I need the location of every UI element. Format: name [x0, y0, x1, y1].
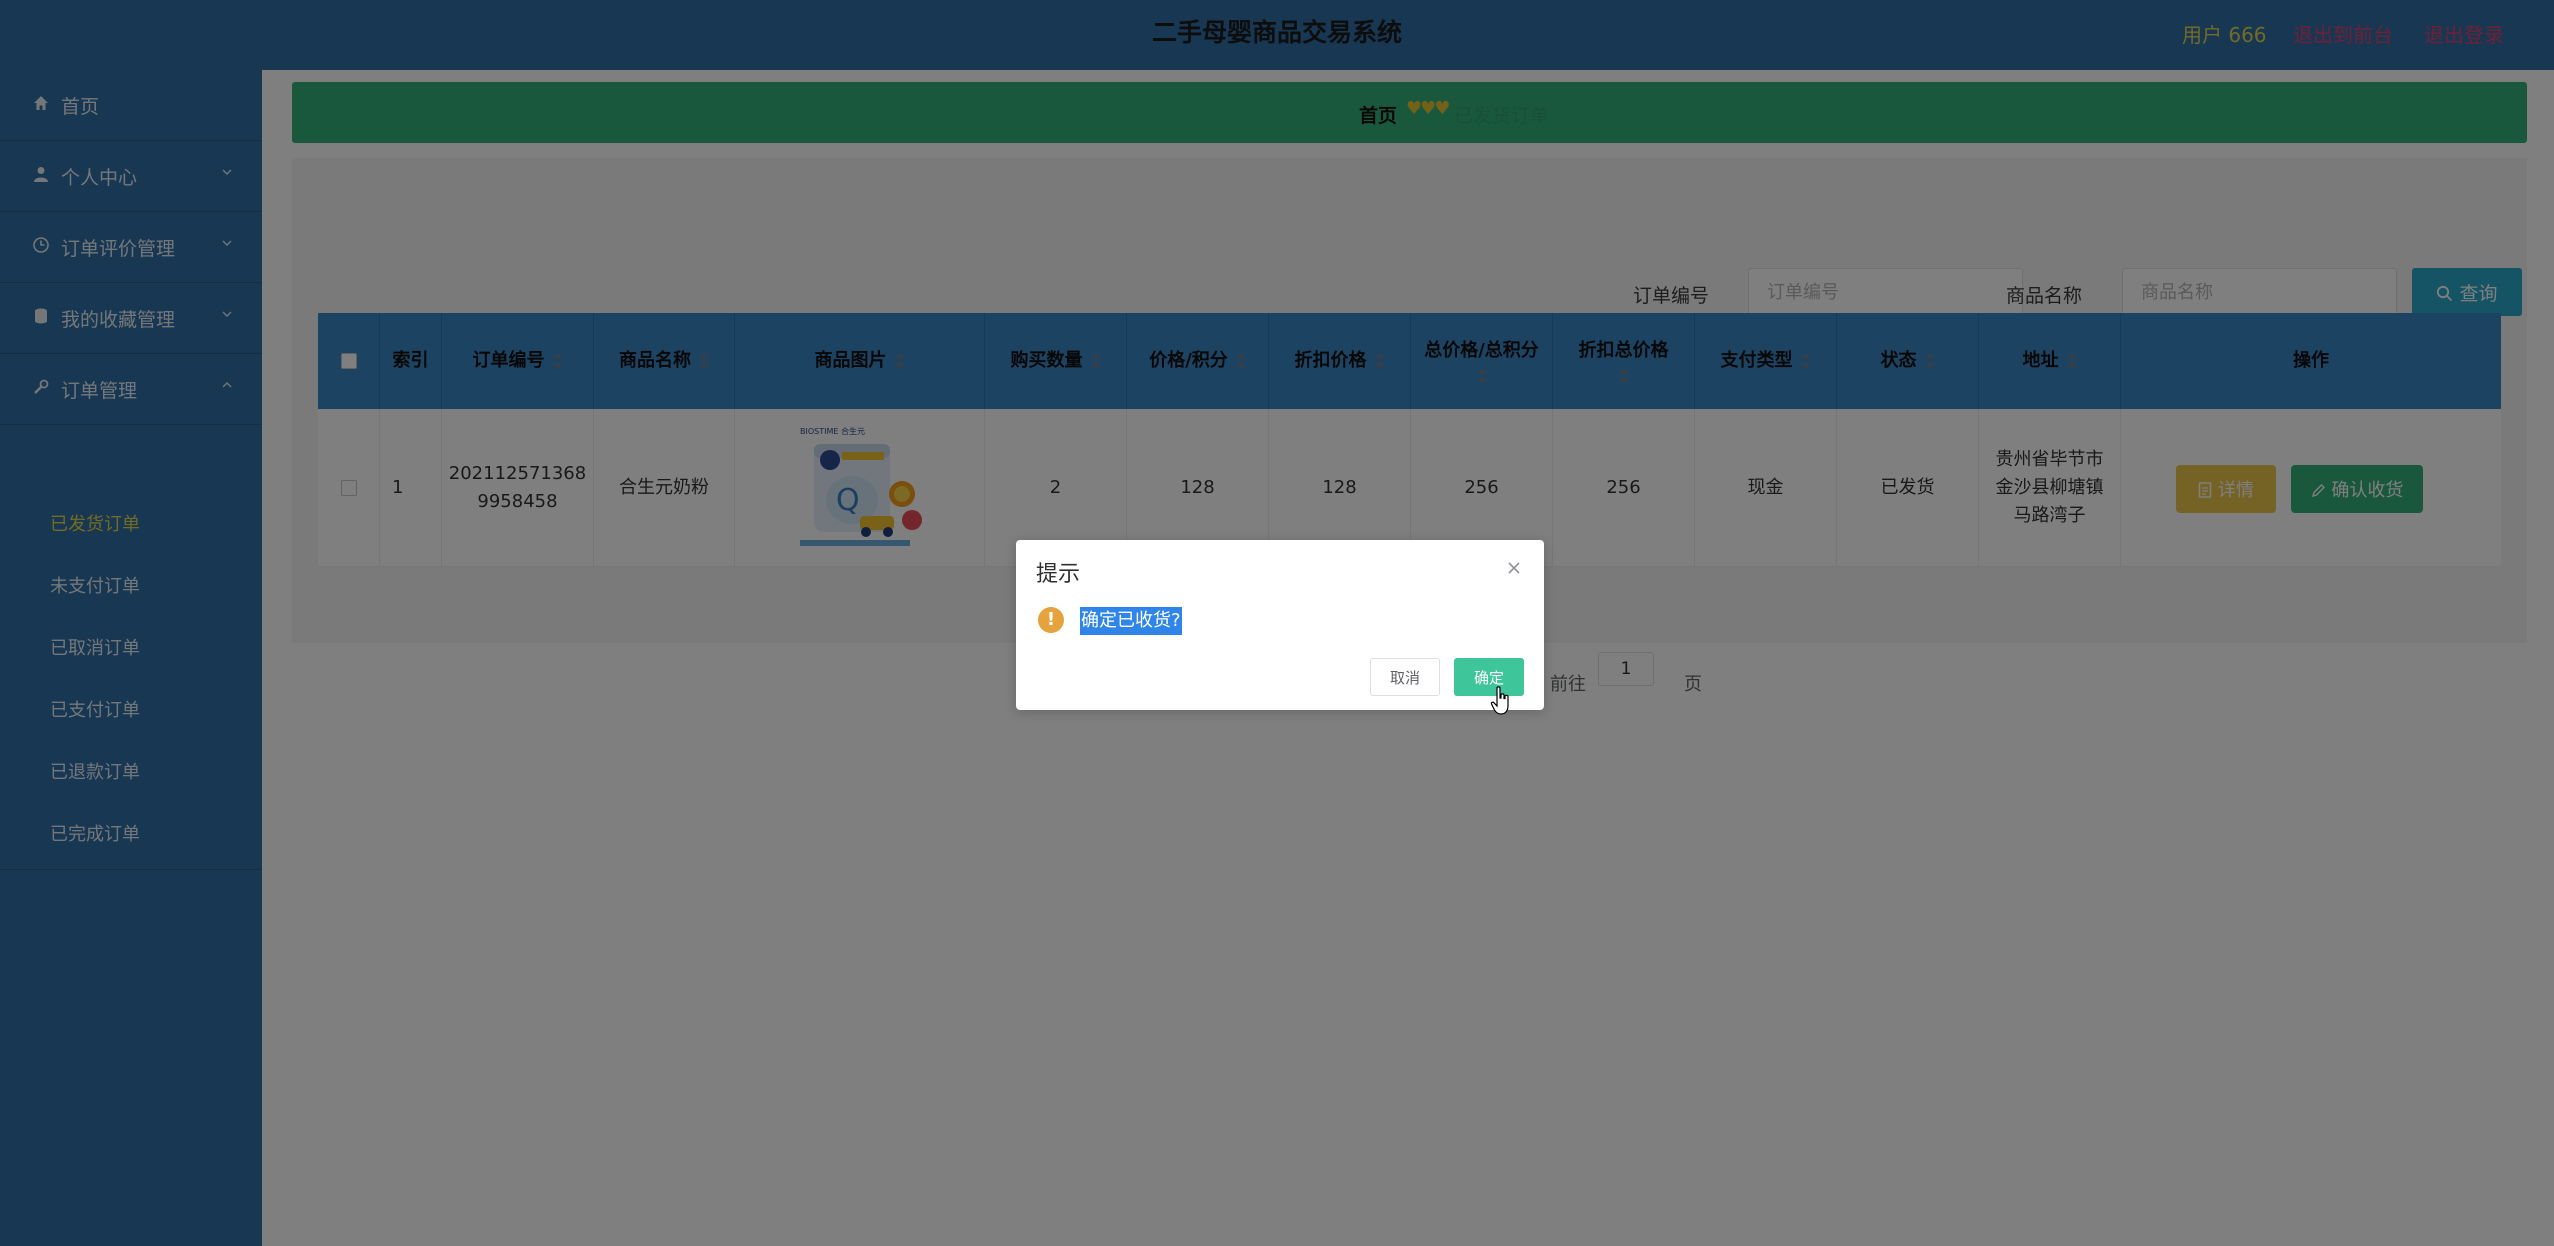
close-icon[interactable] [1506, 560, 1522, 576]
dialog-title: 提示 [1036, 562, 1081, 587]
cancel-button[interactable]: 取消 [1370, 658, 1440, 696]
warning-icon: ! [1038, 607, 1064, 633]
dialog-message: 确定已收货? [1080, 607, 1182, 635]
ok-button[interactable]: 确定 [1454, 658, 1524, 696]
confirm-dialog: 提示 ! 确定已收货? 取消 确定 [1016, 540, 1544, 710]
mouse-pointer-icon [1490, 686, 1509, 715]
